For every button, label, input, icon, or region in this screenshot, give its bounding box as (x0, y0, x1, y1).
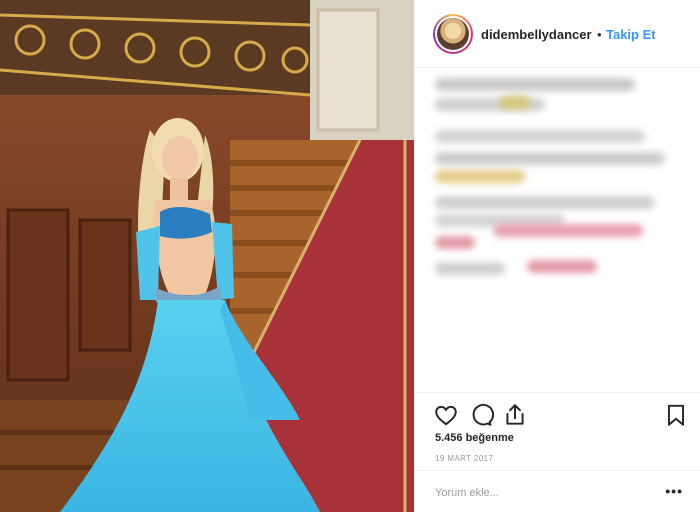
blurred-comment (435, 262, 505, 275)
blurred-comment (435, 130, 645, 143)
add-comment-section: ••• (415, 470, 700, 512)
follow-button[interactable]: Takip Et (606, 27, 656, 42)
post-date: 19 MART 2017 (435, 454, 494, 463)
save-button[interactable] (663, 402, 689, 428)
blurred-comment (527, 260, 597, 273)
blurred-comment (500, 96, 530, 109)
more-options-button[interactable]: ••• (665, 483, 683, 499)
username-link[interactable]: didembellydancer (481, 27, 592, 42)
comment-input[interactable] (435, 485, 635, 501)
post-header: didembellydancer • Takip Et (415, 0, 700, 68)
heart-icon (435, 405, 457, 426)
likes-count[interactable]: 5.456 beğenme (435, 432, 514, 444)
comment-button[interactable] (468, 402, 495, 428)
blurred-comment (435, 236, 475, 249)
blurred-comment (493, 224, 643, 237)
blurred-comment (435, 78, 635, 91)
bookmark-icon (667, 404, 685, 426)
share-button[interactable] (502, 402, 528, 428)
post-photo[interactable] (0, 0, 414, 512)
profile-photo (437, 18, 469, 50)
avatar[interactable] (433, 14, 473, 54)
post-side-panel: didembellydancer • Takip Et 5.456 beğenm… (414, 0, 700, 512)
blurred-comment (435, 196, 655, 209)
action-bar (415, 392, 700, 432)
comment-icon (472, 403, 495, 426)
photo-illustration (0, 0, 414, 512)
share-icon (506, 404, 524, 425)
comments-area (415, 68, 700, 388)
blurred-comment (435, 152, 665, 165)
like-button[interactable] (433, 402, 459, 428)
separator-dot: • (597, 27, 602, 42)
blurred-comment (435, 170, 525, 183)
